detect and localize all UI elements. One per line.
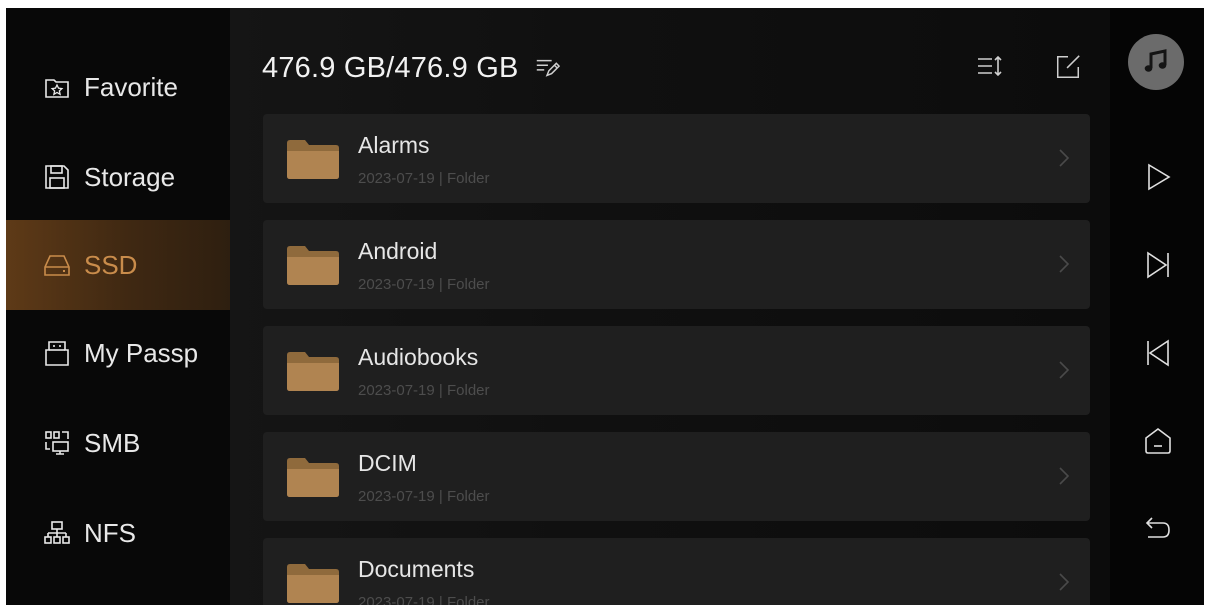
chevron-right-icon (1059, 255, 1070, 273)
network-tree-icon (42, 518, 72, 548)
skip-next-icon[interactable] (1136, 243, 1180, 287)
network-computer-icon (42, 428, 72, 458)
file-meta: 2023-07-19 | Folder (358, 488, 490, 505)
file-meta: 2023-07-19 | Folder (358, 594, 490, 605)
file-name: Documents (358, 556, 475, 582)
file-browser-panel: 476.9 GB/476.9 GB Alarms 2023-07-19 | Fo… (230, 8, 1110, 605)
sidebar-item-ssd[interactable]: SSD (6, 220, 230, 310)
file-row-android[interactable]: Android 2023-07-19 | Folder (263, 220, 1090, 309)
folder-icon (287, 458, 339, 497)
edit-select-icon[interactable] (1053, 52, 1083, 82)
sidebar-item-label: Storage (84, 161, 176, 192)
file-name: Android (358, 238, 438, 264)
file-meta: 2023-07-19 | Folder (358, 170, 490, 187)
file-meta: 2023-07-19 | Folder (358, 276, 490, 293)
music-note-icon[interactable] (1128, 34, 1184, 90)
play-icon[interactable] (1136, 155, 1180, 199)
sidebar-item-label: My Passp (84, 337, 199, 368)
sidebar-item-label: SSD (84, 249, 138, 280)
edit-list-icon[interactable] (533, 54, 561, 82)
playback-control-bar (1110, 8, 1204, 605)
sidebar-item-nfs[interactable]: NFS (6, 488, 230, 578)
home-icon[interactable] (1136, 419, 1180, 463)
star-folder-icon (42, 72, 72, 102)
sidebar-item-favorite[interactable]: Favorite (6, 42, 230, 132)
sidebar: Favorite Storage SSD My Passp SMB NFS (6, 8, 230, 605)
storage-header: 476.9 GB/476.9 GB (262, 48, 561, 88)
hard-drive-icon (42, 250, 72, 280)
chevron-right-icon (1059, 149, 1070, 167)
sidebar-item-smb[interactable]: SMB (6, 398, 230, 488)
folder-icon (287, 352, 339, 391)
storage-capacity: 476.9 GB/476.9 GB (262, 51, 519, 84)
chevron-right-icon (1059, 467, 1070, 485)
file-row-alarms[interactable]: Alarms 2023-07-19 | Folder (263, 114, 1090, 203)
right-border (1204, 0, 1210, 605)
top-border (0, 0, 1210, 8)
chevron-right-icon (1059, 361, 1070, 379)
floppy-disk-icon (42, 162, 72, 192)
sort-icon[interactable] (975, 52, 1005, 82)
sidebar-item-label: NFS (84, 517, 136, 548)
file-name: DCIM (358, 450, 417, 476)
folder-icon (287, 246, 339, 285)
file-name: Alarms (358, 132, 430, 158)
sidebar-item-storage[interactable]: Storage (6, 132, 230, 222)
file-row-audiobooks[interactable]: Audiobooks 2023-07-19 | Folder (263, 326, 1090, 415)
folder-icon (287, 140, 339, 179)
usb-drive-icon (42, 338, 72, 368)
file-row-documents[interactable]: Documents 2023-07-19 | Folder (263, 538, 1090, 605)
sidebar-item-my-passport[interactable]: My Passp (6, 308, 230, 398)
file-meta: 2023-07-19 | Folder (358, 382, 490, 399)
sidebar-item-label: SMB (84, 427, 141, 458)
skip-previous-icon[interactable] (1136, 331, 1180, 375)
file-name: Audiobooks (358, 344, 479, 370)
chevron-right-icon (1059, 573, 1070, 591)
folder-icon (287, 564, 339, 603)
sidebar-item-label: Favorite (84, 71, 178, 102)
file-row-dcim[interactable]: DCIM 2023-07-19 | Folder (263, 432, 1090, 521)
back-icon[interactable] (1136, 507, 1180, 551)
